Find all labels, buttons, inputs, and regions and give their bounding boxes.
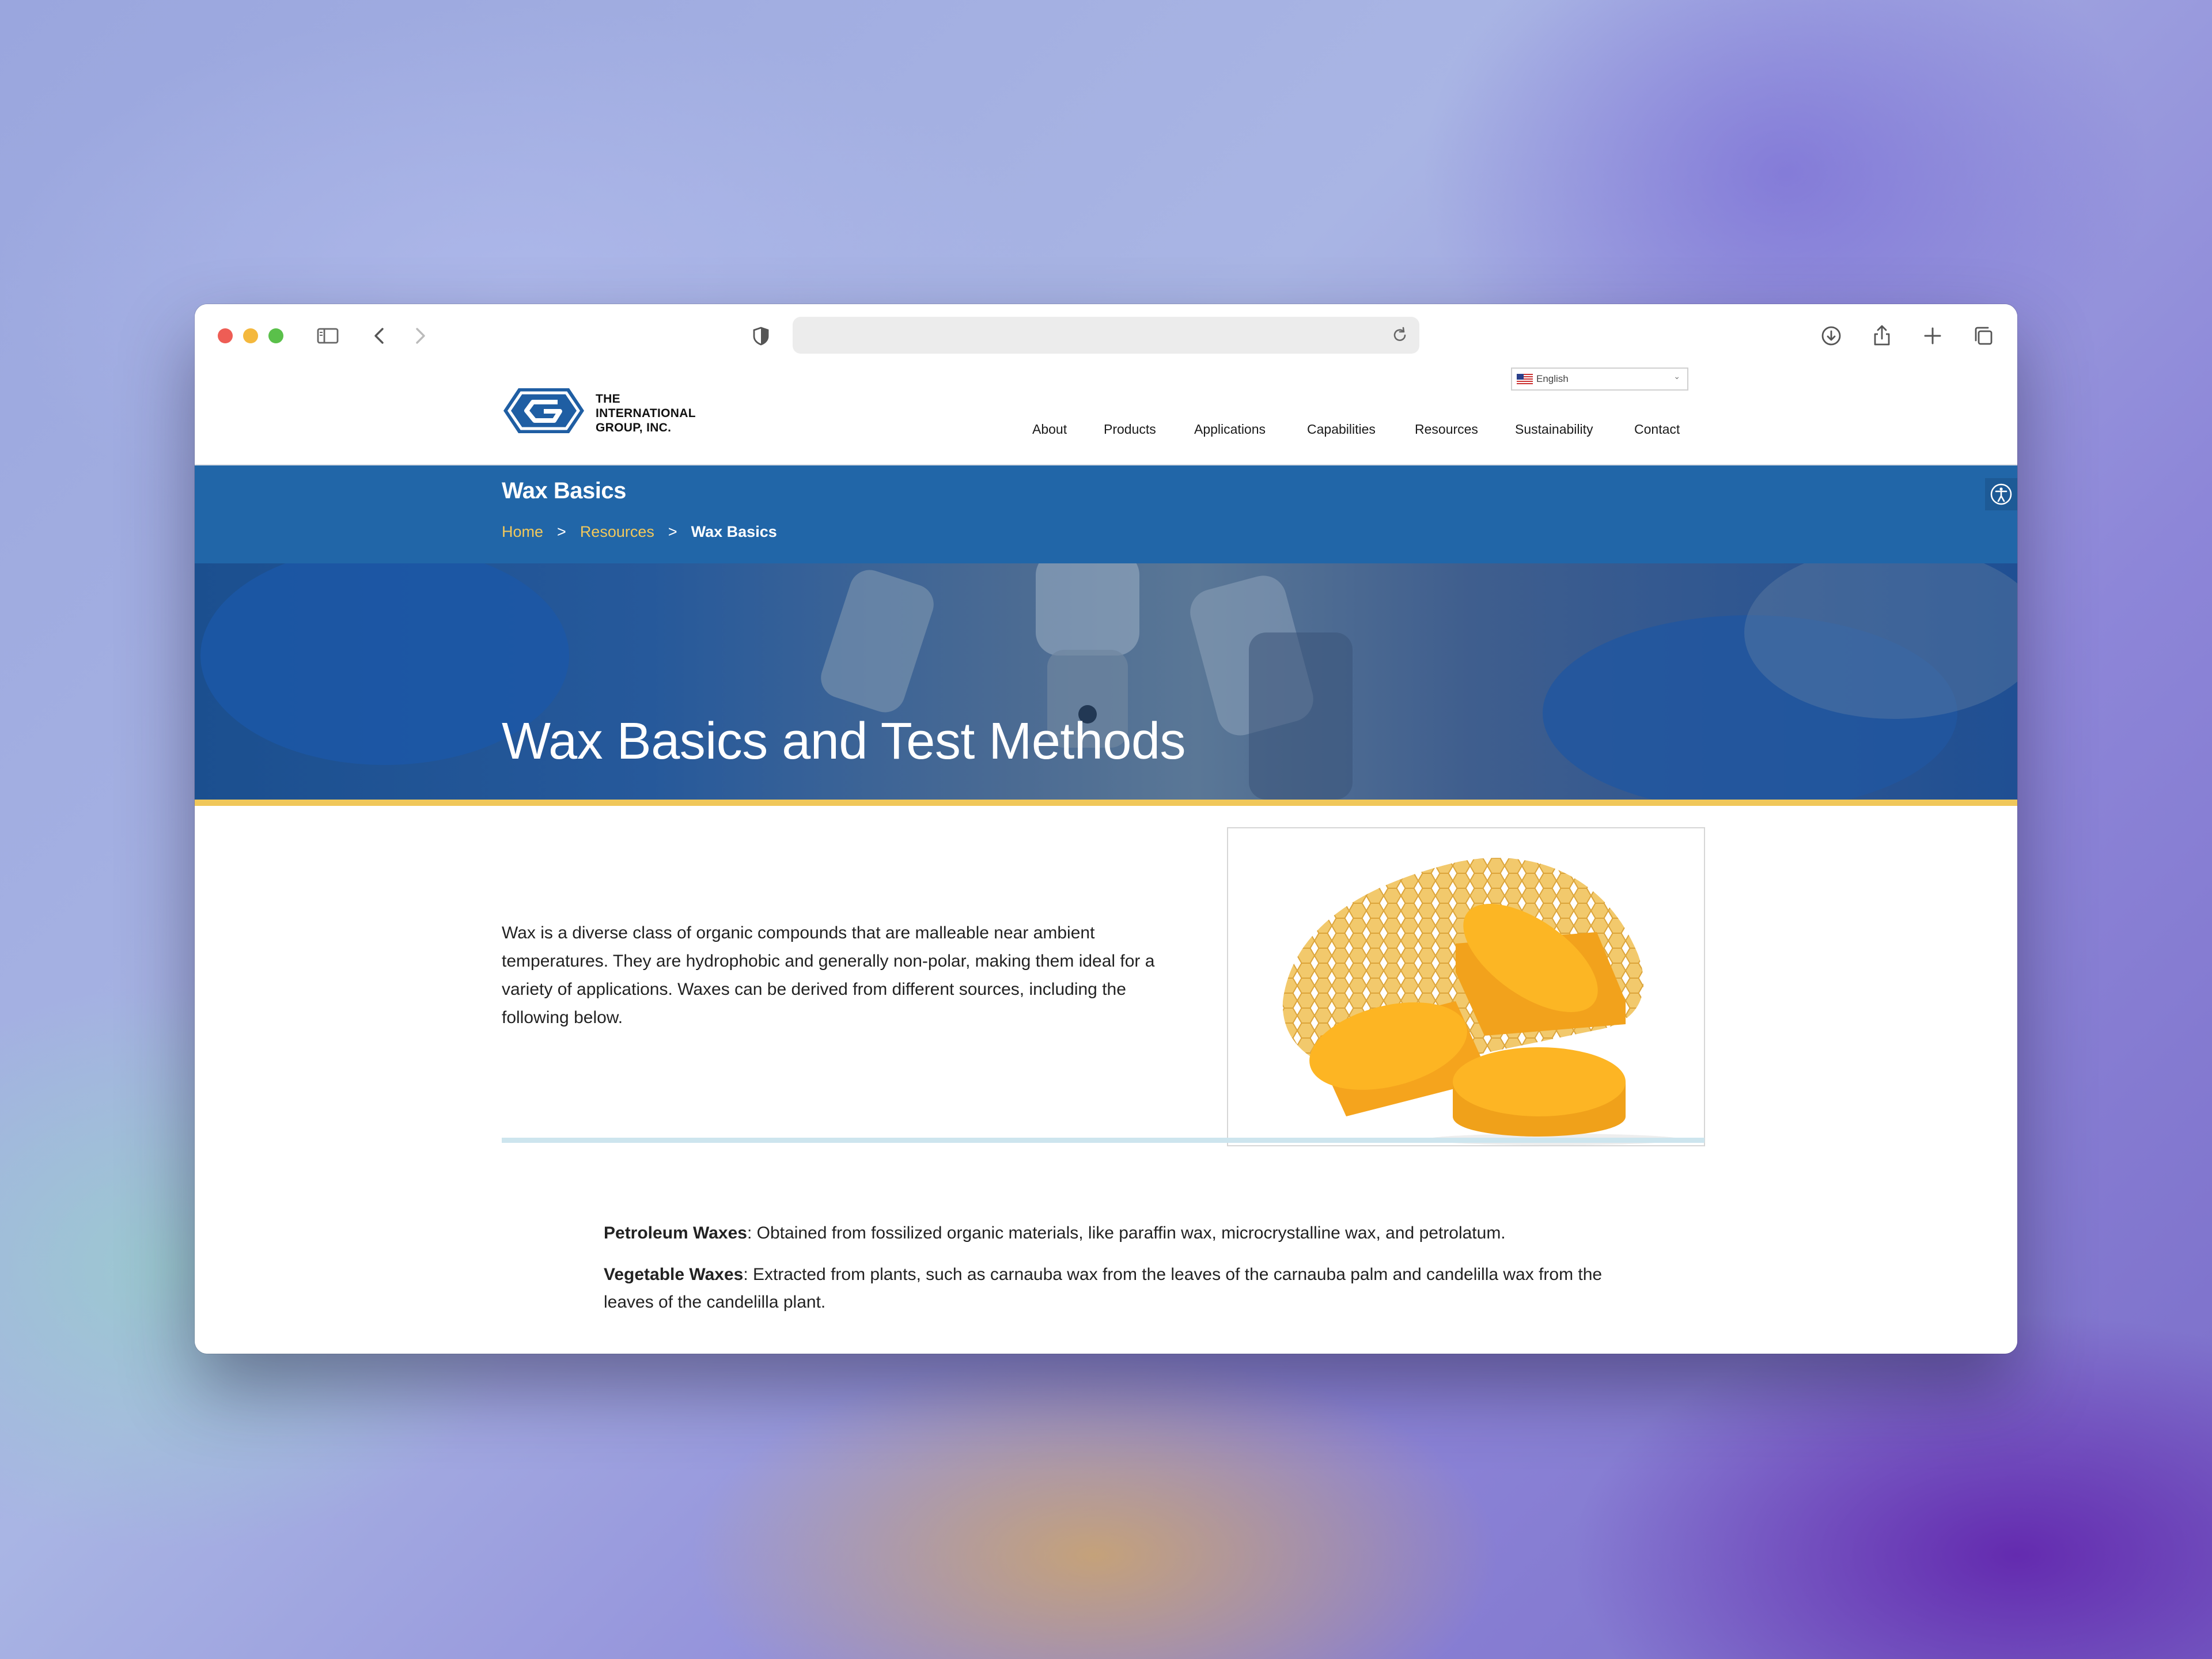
minimize-window-button[interactable] [243,328,258,343]
page-title-bar: Wax Basics Home > Resources > Wax Basics [195,465,2017,563]
logo-line: GROUP, INC. [596,421,672,434]
web-page: THE INTERNATIONAL GROUP, INC. English ⌄ … [195,368,2017,1354]
logo-text: THE INTERNATIONAL GROUP, INC. [596,392,696,435]
chevron-down-icon: ⌄ [1673,372,1680,381]
forward-icon[interactable] [406,321,434,350]
hero-title: Wax Basics and Test Methods [502,713,1186,770]
accessibility-button[interactable] [1985,478,2017,510]
share-icon[interactable] [1868,321,1896,350]
browser-window: THE INTERNATIONAL GROUP, INC. English ⌄ … [195,304,2017,1354]
reload-icon[interactable] [1389,325,1410,346]
address-bar[interactable] [793,317,1419,354]
browser-toolbar [195,304,2017,368]
nav-sustainability[interactable]: Sustainability [1515,422,1593,437]
breadcrumb-resources[interactable]: Resources [580,523,654,540]
sidebar-icon[interactable] [313,321,342,350]
site-logo[interactable]: THE INTERNATIONAL GROUP, INC. [501,385,720,437]
back-icon[interactable] [365,321,394,350]
wax-type-item: Vegetable Waxes: Extracted from plants, … [604,1261,1618,1316]
logo-mark-icon [503,388,584,433]
nav-resources[interactable]: Resources [1415,422,1478,437]
page-title: Wax Basics [502,478,626,503]
wax-type-description: : Obtained from fossilized organic mater… [747,1224,1506,1243]
breadcrumb-separator: > [557,523,566,540]
language-select[interactable]: English ⌄ [1511,368,1688,391]
nav-about[interactable]: About [1032,422,1067,437]
nav-applications[interactable]: Applications [1194,422,1266,437]
zoom-window-button[interactable] [268,328,283,343]
breadcrumb-current: Wax Basics [691,523,777,540]
intro-paragraph: Wax is a diverse class of organic compou… [502,923,1155,1027]
accessibility-icon [1990,483,2012,505]
wax-type-name: Vegetable Waxes [604,1265,744,1284]
breadcrumb-home[interactable]: Home [502,523,543,540]
breadcrumb: Home > Resources > Wax Basics [502,523,777,541]
hero-accent-line [195,800,2017,806]
logo-line: INTERNATIONAL [596,407,696,420]
nav-contact[interactable]: Contact [1634,422,1680,437]
section-divider [502,1138,1705,1143]
beeswax-image [1227,827,1705,1146]
honeycomb-beeswax-illustration [1282,858,1680,1145]
language-label: English [1536,373,1569,384]
site-header: THE INTERNATIONAL GROUP, INC. English ⌄ … [195,368,2017,466]
new-tab-icon[interactable] [1918,321,1947,350]
nav-products[interactable]: Products [1104,422,1156,437]
us-flag-icon [1517,374,1533,384]
nav-capabilities[interactable]: Capabilities [1307,422,1376,437]
shield-icon[interactable] [747,321,775,350]
hero-banner: Wax Basics and Test Methods [195,563,2017,800]
breadcrumb-separator: > [668,523,677,540]
close-window-button[interactable] [218,328,233,343]
wax-type-name: Petroleum Waxes [604,1224,747,1243]
logo-line: THE [596,392,620,406]
wax-type-description: : Extracted from plants, such as carnaub… [604,1265,1603,1312]
tabs-overview-icon[interactable] [1969,321,1998,350]
wax-type-item: Petroleum Waxes: Obtained from fossilize… [604,1219,1618,1247]
download-icon[interactable] [1817,321,1846,350]
